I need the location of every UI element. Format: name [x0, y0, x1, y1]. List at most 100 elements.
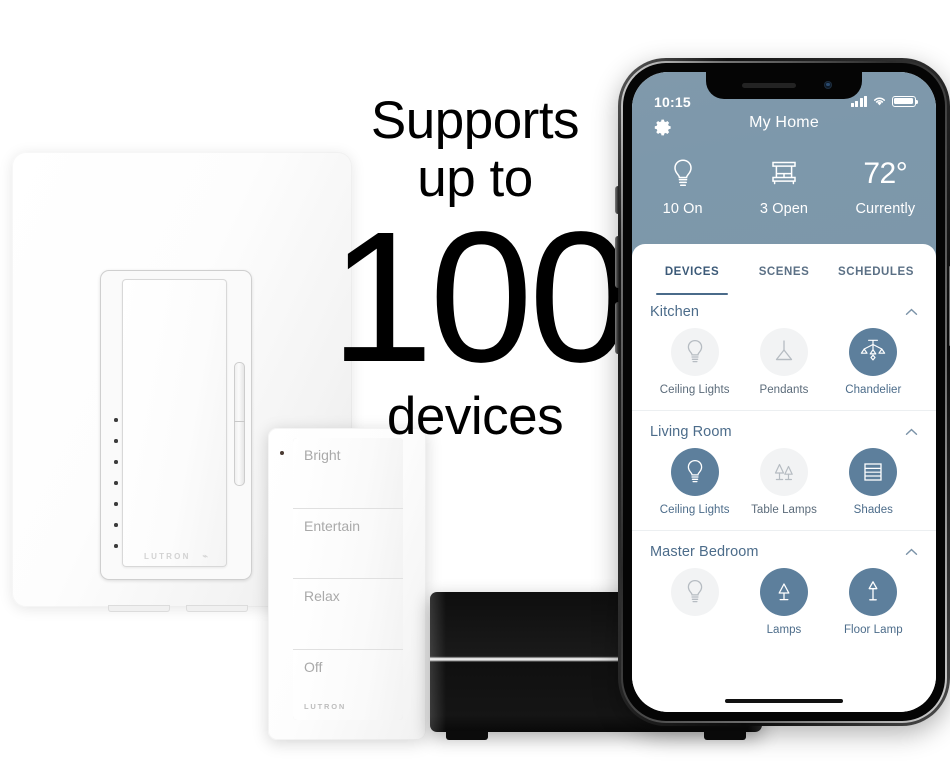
dimmer-led-dot	[114, 460, 118, 464]
phone-volume-down-button[interactable]	[615, 302, 619, 354]
device-label: Shades	[853, 504, 893, 516]
device-label: Lamps	[766, 624, 802, 636]
lightbulb-icon	[632, 154, 733, 194]
phone-bezel: 10:15 My Home 10 On 3 Open 72° Currently…	[623, 63, 945, 721]
dimmer-led-dot	[114, 418, 118, 422]
device-master-bedroom-first[interactable]	[650, 568, 739, 636]
device-row-master-bedroom: Lamps Floor Lamp	[650, 568, 918, 650]
shade-icon	[849, 448, 898, 496]
phone-screen: 10:15 My Home 10 On 3 Open 72° Currently…	[632, 72, 936, 712]
bridge-foot-left	[446, 731, 488, 740]
room-header-kitchen[interactable]: Kitchen	[650, 291, 918, 328]
dimmer-brand-text: LUTRON	[144, 552, 191, 561]
device-label: Chandelier	[845, 384, 902, 396]
chevron-up-icon[interactable]	[905, 308, 918, 316]
device-row-living-room: Ceiling Lights Table Lamps Shades	[650, 448, 918, 530]
smartphone-device: 10:15 My Home 10 On 3 Open 72° Currently…	[615, 58, 950, 726]
pico-button-bright[interactable]: Bright	[293, 438, 403, 509]
dimmer-led-dot	[114, 502, 118, 506]
headline-line-2: up to	[417, 149, 533, 208]
dimmer-led-indicator-bar	[114, 418, 119, 548]
app-title: My Home	[749, 114, 819, 131]
tab-scenes[interactable]: SCENES	[738, 248, 830, 295]
tab-devices[interactable]: DEVICES	[646, 248, 738, 295]
content-sheet: DEVICES SCENES SCHEDULES Kitchen Ceiling…	[632, 244, 936, 712]
device-living-room-table-lamps[interactable]: Table Lamps	[739, 448, 828, 516]
summary-temperature-label: Currently	[855, 201, 916, 217]
lightbulb-icon	[670, 568, 719, 616]
room-section-master-bedroom: Master Bedroom Lamps Floor Lamp	[632, 530, 936, 650]
bridge-foot-right	[704, 731, 746, 740]
summary-shades[interactable]: 3 Open	[733, 154, 834, 217]
room-header-living-room[interactable]: Living Room	[650, 411, 918, 448]
pico-button-off[interactable]: Off LUTRON	[293, 649, 403, 720]
device-living-room-shades[interactable]: Shades	[829, 448, 918, 516]
signal-bars-icon	[850, 95, 867, 107]
device-master-bedroom-floor-lamp[interactable]: Floor Lamp	[829, 568, 918, 636]
table-lamp-icon	[759, 568, 808, 616]
dimmer-led-dot	[114, 439, 118, 443]
headline-device-count: 100	[330, 194, 632, 401]
device-list[interactable]: Kitchen Ceiling Lights Pendants Chandeli…	[632, 291, 936, 712]
pico-remote: Bright Entertain Relax Off LUTRON	[268, 428, 426, 740]
device-master-bedroom-lamps[interactable]: Lamps	[739, 568, 828, 636]
dimmer-tap-paddle[interactable]	[122, 279, 227, 567]
chevron-up-icon[interactable]	[905, 428, 918, 436]
pico-button-relax[interactable]: Relax	[293, 579, 403, 650]
pico-button-bright-label: Bright	[304, 447, 341, 463]
summary-lights[interactable]: 10 On	[632, 154, 733, 217]
device-kitchen-pendants[interactable]: Pendants	[739, 328, 828, 396]
device-label: Table Lamps	[751, 504, 817, 516]
app-header: 10:15 My Home 10 On 3 Open 72° Currently	[632, 72, 936, 259]
shade-icon	[733, 154, 834, 194]
device-label: Ceiling Lights	[659, 384, 730, 396]
chandelier-icon	[849, 328, 898, 376]
device-living-room-ceiling-lights[interactable]: Ceiling Lights	[650, 448, 739, 516]
promo-headline: Supports up to 100 devices	[330, 91, 632, 446]
phone-notch	[706, 72, 862, 99]
dimmer-bottom-tab-right	[186, 605, 248, 612]
battery-full-icon	[892, 95, 919, 107]
chevron-up-icon[interactable]	[905, 548, 918, 556]
pico-brand-label: LUTRON	[304, 702, 347, 711]
dimmer-brand-label: LUTRON ⌁	[100, 551, 252, 562]
pico-button-off-label: Off	[304, 658, 323, 675]
status-bar-indicators	[850, 95, 919, 107]
room-title-kitchen: Kitchen	[650, 304, 700, 320]
promo-composite: LUTRON ⌁ Bright Entertain Relax Off LUTRO…	[0, 0, 950, 770]
dimmer-led-dot	[114, 544, 118, 548]
headline-line-1: Supports	[370, 91, 580, 150]
summary-temperature[interactable]: 72° Currently	[835, 154, 936, 217]
room-title-living-room: Living Room	[650, 424, 732, 440]
room-header-master-bedroom[interactable]: Master Bedroom	[650, 531, 918, 568]
device-label: Pendants	[759, 384, 809, 396]
pico-button-entertain[interactable]: Entertain	[293, 508, 403, 579]
floor-lamp-icon	[849, 568, 898, 616]
dimmer-faceplate: LUTRON ⌁	[100, 270, 252, 580]
pico-led-indicator-icon	[280, 451, 284, 455]
home-summary-row: 10 On 3 Open 72° Currently	[632, 154, 936, 217]
summary-lights-value: 10 On	[662, 201, 703, 217]
device-kitchen-chandelier[interactable]: Chandelier	[829, 328, 918, 396]
pico-button-group: Bright Entertain Relax Off LUTRON	[293, 438, 403, 720]
lightbulb-icon	[670, 328, 719, 376]
gear-icon[interactable]	[654, 118, 673, 137]
summary-temperature-value: 72°	[863, 157, 908, 190]
device-kitchen-ceiling-lights[interactable]: Ceiling Lights	[650, 328, 739, 396]
dimmer-level-slider[interactable]	[234, 362, 245, 486]
table-lamp-icon	[759, 448, 808, 496]
dimmer-brand-symbol-icon: ⌁	[202, 551, 208, 561]
room-section-living-room: Living Room Ceiling Lights Table Lamps S…	[632, 410, 936, 530]
status-bar-time: 10:15	[654, 94, 691, 110]
front-camera-icon	[824, 81, 832, 89]
summary-shades-value: 3 Open	[759, 201, 809, 217]
phone-mute-switch[interactable]	[615, 186, 619, 214]
room-section-kitchen: Kitchen Ceiling Lights Pendants Chandeli…	[632, 291, 936, 410]
pico-button-entertain-label: Entertain	[304, 517, 361, 534]
phone-volume-up-button[interactable]	[615, 236, 619, 288]
tab-bar: DEVICES SCENES SCHEDULES	[632, 244, 936, 295]
tab-schedules[interactable]: SCHEDULES	[830, 248, 922, 295]
pendant-light-icon	[759, 328, 808, 376]
home-indicator[interactable]	[725, 698, 843, 703]
wifi-icon	[873, 97, 886, 106]
